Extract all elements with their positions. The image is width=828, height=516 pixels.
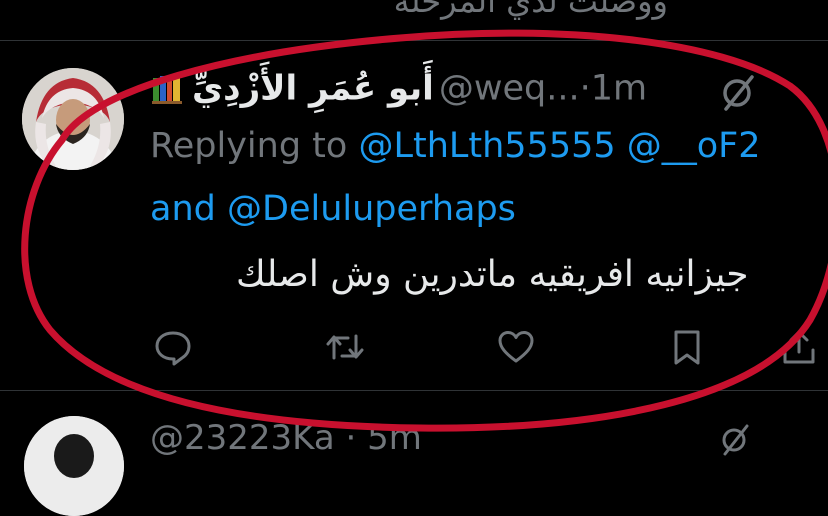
mention-link[interactable]: @__oF2 [627, 126, 761, 166]
replying-to-continued: and @Deluluperhaps [150, 187, 516, 231]
previous-tweet-cut-text: ووصلت لدي المرحلة [393, 0, 668, 20]
replying-prefix: Replying to [150, 126, 348, 166]
bookmark-icon [674, 330, 700, 365]
heart-icon [498, 331, 534, 363]
display-name[interactable]: أَبو عُمَرِ الأَزْدِيِّ [192, 69, 434, 109]
and-text: and [150, 189, 216, 229]
divider-bottom [0, 390, 828, 391]
grok-icon[interactable] [718, 422, 754, 458]
mention-link[interactable]: @Deluluperhaps [227, 189, 516, 229]
tweet-header: أَبو عُمَرِ الأَزْدِيِّ @weq...·1m [150, 60, 647, 120]
share-icon [783, 330, 815, 364]
mention-link[interactable]: @LthLth55555 [358, 126, 615, 166]
tweet-text: جيزانيه افريقيه ماتدرين وش اصلك [236, 254, 749, 295]
handle[interactable]: @weq... [439, 69, 580, 109]
avatar[interactable] [24, 416, 124, 516]
retweet-button[interactable] [324, 326, 366, 368]
avatar[interactable] [22, 68, 124, 170]
next-tweet-handle-time[interactable]: @23223Ka · 5m [150, 418, 422, 458]
divider-top [0, 40, 828, 41]
meta-separator: · [579, 68, 591, 109]
share-button[interactable] [778, 326, 820, 368]
replying-to: Replying to @LthLth55555 @__oF2 [150, 124, 761, 168]
reply-icon [155, 331, 191, 366]
bookmark-button[interactable] [666, 326, 708, 368]
like-button[interactable] [495, 326, 537, 368]
books-icon [150, 72, 184, 106]
retweet-icon [326, 334, 364, 360]
grok-icon[interactable] [718, 72, 760, 114]
reply-button[interactable] [152, 326, 194, 368]
timestamp[interactable]: 1m [591, 69, 647, 109]
